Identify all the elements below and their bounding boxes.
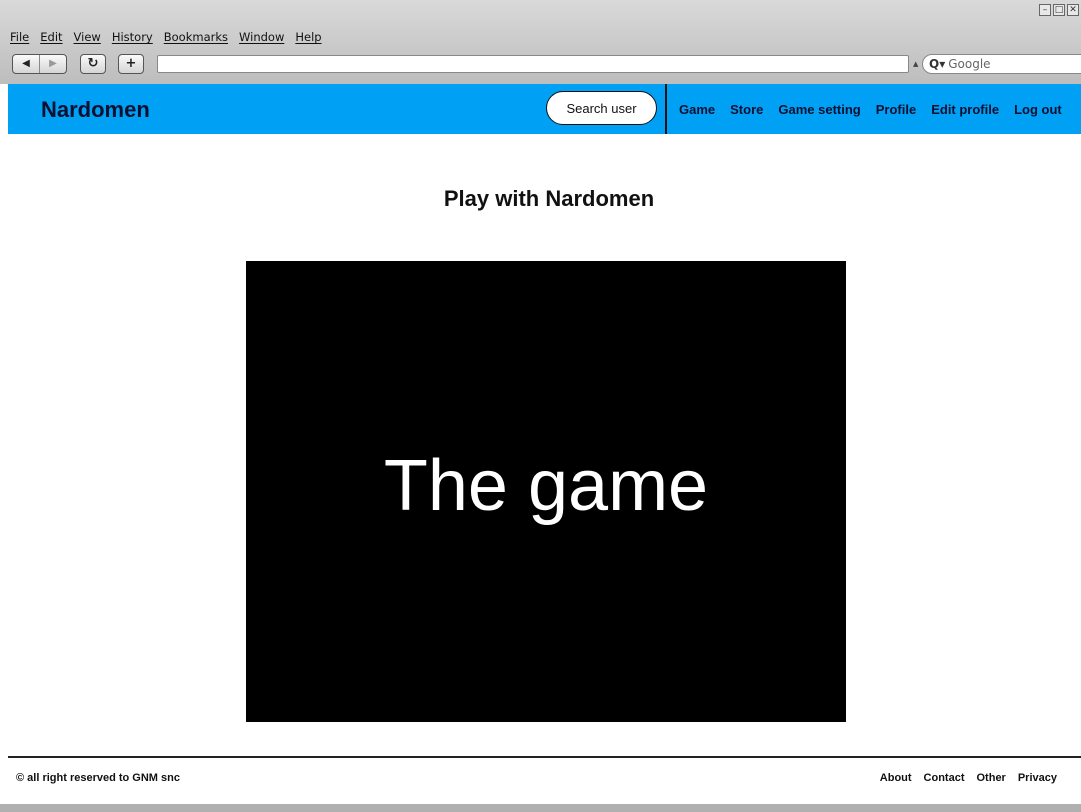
- site-logo[interactable]: Nardomen: [41, 97, 150, 123]
- menu-help[interactable]: Help: [295, 30, 321, 44]
- footer-divider: [8, 756, 1081, 758]
- nav-store[interactable]: Store: [730, 102, 763, 117]
- add-bookmark-icon[interactable]: +: [118, 54, 144, 74]
- menu-file[interactable]: File: [10, 30, 29, 44]
- search-icon[interactable]: Q▾: [929, 57, 945, 71]
- browser-search-input[interactable]: [948, 57, 1069, 71]
- maximize-icon[interactable]: □: [1053, 4, 1065, 16]
- copyright-text: © all right reserved to GNM snc: [16, 772, 180, 784]
- nav-game[interactable]: Game: [679, 102, 715, 117]
- menu-view[interactable]: View: [74, 30, 101, 44]
- back-icon[interactable]: ◀: [13, 55, 39, 73]
- reload-icon[interactable]: ↻: [80, 54, 106, 74]
- browser-search: Q▾: [922, 54, 1081, 74]
- close-icon[interactable]: ✕: [1067, 4, 1079, 16]
- browser-status-bar: [0, 804, 1081, 812]
- menu-edit[interactable]: Edit: [40, 30, 62, 44]
- game-canvas[interactable]: The game: [246, 261, 846, 722]
- footer-contact[interactable]: Contact: [924, 772, 965, 784]
- header-divider: [665, 84, 667, 134]
- menu-window[interactable]: Window: [239, 30, 284, 44]
- footer-nav: About Contact Other Privacy: [880, 772, 1057, 784]
- nav-edit-profile[interactable]: Edit profile: [931, 102, 999, 117]
- forward-icon[interactable]: ▶: [39, 55, 66, 73]
- main-nav: Game Store Game setting Profile Edit pro…: [679, 102, 1062, 117]
- menu-history[interactable]: History: [112, 30, 153, 44]
- search-user-button[interactable]: Search user: [546, 91, 657, 125]
- history-nav: ◀ ▶: [12, 54, 67, 74]
- footer-other[interactable]: Other: [977, 772, 1006, 784]
- menu-bookmarks[interactable]: Bookmarks: [164, 30, 228, 44]
- nav-profile[interactable]: Profile: [876, 102, 916, 117]
- nav-log-out[interactable]: Log out: [1014, 102, 1062, 117]
- game-placeholder-text: The game: [383, 445, 709, 526]
- minimize-icon[interactable]: –: [1039, 4, 1051, 16]
- nav-game-setting[interactable]: Game setting: [778, 102, 860, 117]
- footer-privacy[interactable]: Privacy: [1018, 772, 1057, 784]
- address-dropdown-icon[interactable]: ▲: [913, 60, 918, 68]
- address-bar[interactable]: [157, 55, 909, 73]
- browser-toolbar: ◀ ▶ ↻ + ▲ Q▾: [0, 52, 1081, 80]
- window-controls: – □ ✕: [1039, 4, 1079, 16]
- menu-bar: File Edit View History Bookmarks Window …: [10, 30, 322, 44]
- browser-chrome: – □ ✕ File Edit View History Bookmarks W…: [0, 0, 1081, 84]
- site-header: Nardomen Search user Game Store Game set…: [8, 84, 1081, 134]
- footer-about[interactable]: About: [880, 772, 912, 784]
- page-title: Play with Nardomen: [443, 186, 655, 211]
